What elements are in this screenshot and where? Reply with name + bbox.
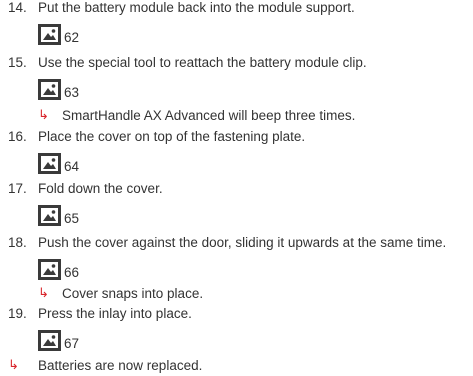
figure-ref: 65 bbox=[38, 203, 79, 226]
figure-ref: 63 bbox=[38, 77, 79, 100]
result-arrow-icon: ↳ bbox=[38, 286, 49, 301]
result-arrow-icon: ↳ bbox=[8, 358, 19, 373]
figure-ref: 64 bbox=[38, 151, 79, 174]
step-text: Use the special tool to reattach the bat… bbox=[38, 55, 367, 70]
image-icon bbox=[38, 153, 61, 174]
step-result: SmartHandle AX Advanced will beep three … bbox=[62, 108, 356, 123]
instruction-page: 14. Put the battery module back into the… bbox=[0, 0, 473, 376]
step-number: 16. bbox=[8, 129, 27, 144]
figure-number: 63 bbox=[64, 85, 80, 100]
figure-number: 67 bbox=[64, 336, 80, 351]
step-text: Push the cover against the door, sliding… bbox=[38, 235, 447, 250]
image-icon bbox=[38, 330, 61, 351]
result-arrow-icon: ↳ bbox=[38, 108, 49, 123]
image-icon bbox=[38, 79, 61, 100]
figure-ref: 66 bbox=[38, 257, 79, 280]
step-number: 17. bbox=[8, 181, 27, 196]
figure-ref: 67 bbox=[38, 328, 79, 351]
step-result: Cover snaps into place. bbox=[62, 286, 204, 301]
image-icon bbox=[38, 24, 61, 45]
image-icon bbox=[38, 259, 61, 280]
step-text: Put the battery module back into the mod… bbox=[38, 0, 355, 15]
step-text: Press the inlay into place. bbox=[38, 306, 192, 321]
step-text: Fold down the cover. bbox=[38, 181, 163, 196]
step-number: 14. bbox=[8, 0, 27, 15]
figure-number: 65 bbox=[64, 211, 80, 226]
figure-number: 62 bbox=[64, 30, 80, 45]
step-number: 19. bbox=[8, 306, 27, 321]
figure-ref: 62 bbox=[38, 22, 79, 45]
step-number: 18. bbox=[8, 235, 27, 250]
figure-number: 64 bbox=[64, 159, 80, 174]
step-text: Place the cover on top of the fastening … bbox=[38, 129, 306, 144]
image-icon bbox=[38, 205, 61, 226]
final-result: Batteries are now replaced. bbox=[38, 358, 203, 373]
figure-number: 66 bbox=[64, 265, 80, 280]
step-number: 15. bbox=[8, 55, 27, 70]
